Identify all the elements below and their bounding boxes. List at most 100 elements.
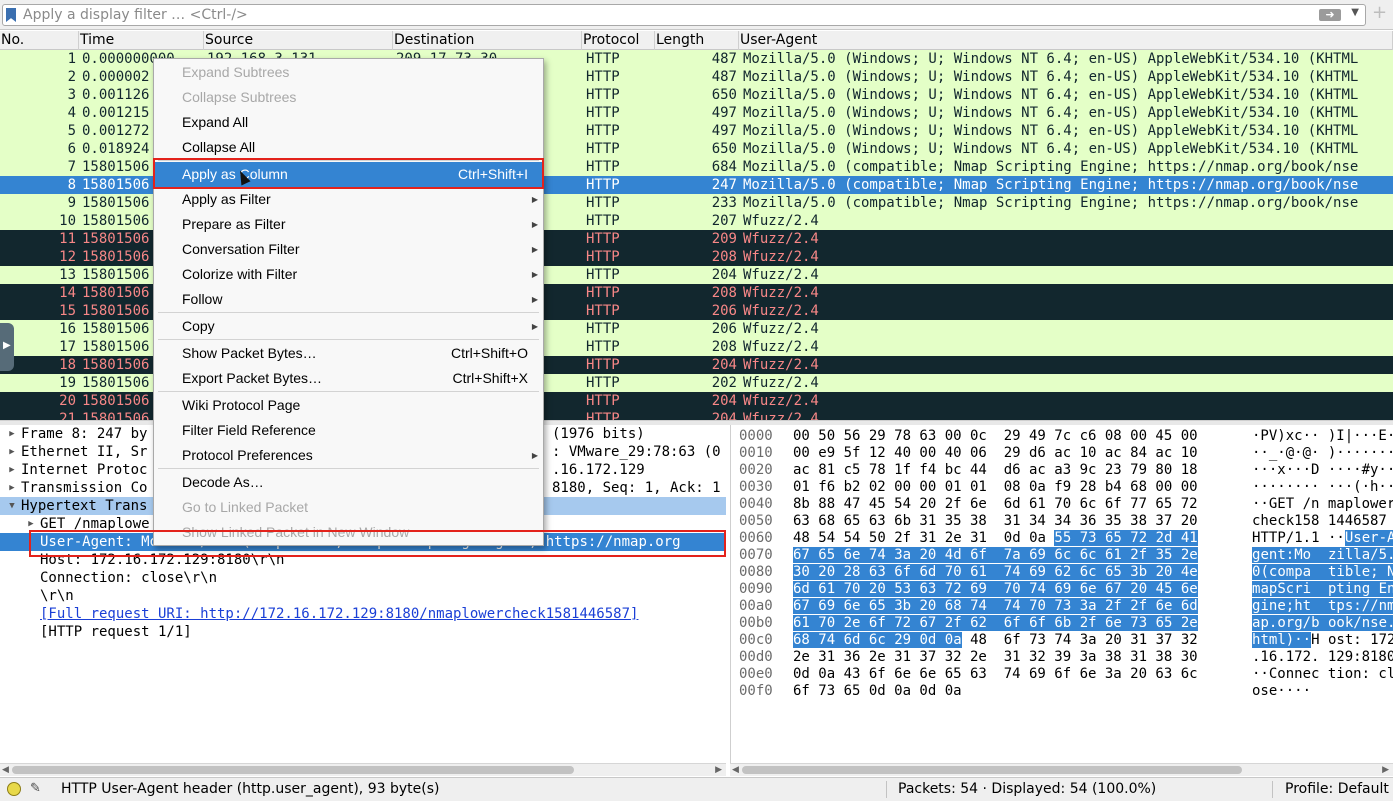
- menu-item-label: Export Packet Bytes…: [182, 370, 323, 386]
- bytes-row[interactable]: 0010 00 e9 5f 12 40 00 40 06 29 d6 ac 10 …: [731, 445, 1393, 462]
- packet-protocol: HTTP: [586, 87, 620, 103]
- bytes-row[interactable]: 0000 00 50 56 29 78 63 00 0c 29 49 7c c6 …: [731, 428, 1393, 445]
- bytes-row[interactable]: 0030 01 f6 b2 02 00 00 01 01 08 0a f9 28 …: [731, 479, 1393, 496]
- details-tree-text: Hypertext Trans: [21, 498, 148, 514]
- packet-length: 208: [711, 339, 737, 355]
- bytes-row[interactable]: 00f0 6f 73 65 0d 0a 0d 0a ose····: [731, 683, 1393, 700]
- packet-user-agent: Wfuzz/2.4: [743, 393, 819, 409]
- sidebar-expand-handle[interactable]: ▶: [0, 323, 14, 371]
- packet-protocol: HTTP: [586, 105, 620, 121]
- status-profile[interactable]: Profile: Default: [1285, 781, 1389, 797]
- menu-item-show-packet-bytes[interactable]: Show Packet Bytes… Ctrl+Shift+O: [155, 341, 542, 366]
- column-header-no[interactable]: No.: [0, 31, 79, 50]
- capture-comment-icon[interactable]: ✎: [30, 781, 44, 796]
- column-header-length[interactable]: Length: [655, 31, 739, 50]
- menu-item-label: Collapse Subtrees: [182, 89, 297, 105]
- packet-length: 204: [711, 411, 737, 420]
- bytes-row[interactable]: 00b0 61 70 2e 6f 72 67 2f 62 6f 6f 6b 2f …: [731, 615, 1393, 632]
- menu-item-expand-all[interactable]: Expand All: [155, 110, 542, 135]
- menu-item-colorize-with-filter[interactable]: Colorize with Filter ▶: [155, 262, 542, 287]
- bytes-row[interactable]: 0090 6d 61 70 20 53 63 72 69 70 74 69 6e …: [731, 581, 1393, 598]
- packet-list-header: No. Time Source Destination Protocol Length Us…: [0, 31, 1393, 50]
- bytes-row[interactable]: 0060 48 54 54 50 2f 31 2e 31 0d 0a 55 73 …: [731, 530, 1393, 547]
- tree-collapsed-icon[interactable]: ▶: [6, 443, 18, 461]
- menu-item-prepare-as-filter[interactable]: Prepare as Filter ▶: [155, 212, 542, 237]
- packet-length: 204: [711, 357, 737, 373]
- bytes-hex: 61 70 2e 6f 72 67 2f 62 6f 6f 6b 2f 6e 7…: [793, 615, 1198, 631]
- packet-length: 207: [711, 213, 737, 229]
- details-tree-row[interactable]: [HTTP request 1/1]: [0, 623, 726, 641]
- menu-item-export-packet-bytes[interactable]: Export Packet Bytes… Ctrl+Shift+X: [155, 366, 542, 391]
- column-header-protocol[interactable]: Protocol: [582, 31, 655, 50]
- details-tree-text: [Full request URI: http://172.16.172.129…: [40, 606, 639, 622]
- packet-number: 6: [67, 141, 76, 157]
- packet-length: 650: [711, 141, 737, 157]
- bytes-horizontal-scrollbar[interactable]: ◀ ▶: [730, 763, 1393, 776]
- packet-user-agent: Mozilla/5.0 (Windows; U; Windows NT 6.4;…: [743, 51, 1359, 67]
- submenu-arrow-icon: ▶: [531, 220, 538, 229]
- display-filter-input[interactable]: Apply a display filter … <Ctrl-/> ➜ ▼: [2, 4, 1366, 26]
- bytes-row[interactable]: 0050 63 68 65 63 6b 31 35 38 31 34 34 36 …: [731, 513, 1393, 530]
- packet-protocol: HTTP: [586, 69, 620, 85]
- submenu-arrow-icon: ▶: [531, 451, 538, 460]
- menu-item-filter-field-reference[interactable]: Filter Field Reference: [155, 418, 542, 443]
- bytes-row[interactable]: 0070 67 65 6e 74 3a 20 4d 6f 7a 69 6c 6c …: [731, 547, 1393, 564]
- packet-user-agent: Wfuzz/2.4: [743, 285, 819, 301]
- tree-collapsed-icon[interactable]: ▶: [6, 425, 18, 443]
- packet-protocol: HTTP: [586, 411, 620, 420]
- menu-item-wiki-protocol-page[interactable]: Wiki Protocol Page: [155, 393, 542, 418]
- menu-separator: [158, 339, 539, 340]
- packet-length: 247: [711, 177, 737, 193]
- submenu-arrow-icon: ▶: [531, 295, 538, 304]
- bookmark-icon[interactable]: [6, 8, 16, 22]
- packet-protocol: HTTP: [586, 375, 620, 391]
- add-filter-button-icon[interactable]: +: [1372, 2, 1387, 24]
- packet-protocol: HTTP: [586, 285, 620, 301]
- tree-expanded-icon[interactable]: ▼: [6, 497, 18, 515]
- bytes-row[interactable]: 0040 8b 88 47 45 54 20 2f 6e 6d 61 70 6c …: [731, 496, 1393, 513]
- menu-item-follow[interactable]: Follow ▶: [155, 287, 542, 312]
- bytes-row[interactable]: 00d0 2e 31 36 2e 31 37 32 2e 31 32 39 3a …: [731, 649, 1393, 666]
- filter-history-dropdown-icon[interactable]: ▼: [1351, 7, 1359, 18]
- menu-item-label: Expand All: [182, 114, 249, 130]
- column-header-source[interactable]: Source: [204, 31, 393, 50]
- bytes-row[interactable]: 00a0 67 69 6e 65 3b 20 68 74 74 70 73 3a …: [731, 598, 1393, 615]
- details-tree-row[interactable]: \r\n: [0, 587, 726, 605]
- bytes-row[interactable]: 00c0 68 74 6d 6c 29 0d 0a 48 6f 73 74 3a …: [731, 632, 1393, 649]
- packet-bytes-pane[interactable]: 0000 00 50 56 29 78 63 00 0c 29 49 7c c6 …: [730, 425, 1393, 765]
- packet-user-agent: Wfuzz/2.4: [743, 267, 819, 283]
- packet-length: 487: [711, 51, 737, 67]
- menu-item-collapse-all[interactable]: Collapse All: [155, 135, 542, 160]
- apply-filter-arrow-icon[interactable]: ➜: [1319, 9, 1341, 21]
- column-header-ua[interactable]: User-Agent: [739, 31, 1393, 50]
- scroll-left-icon[interactable]: ◀: [732, 764, 739, 777]
- tree-collapsed-icon[interactable]: ▶: [6, 461, 18, 479]
- details-horizontal-scrollbar[interactable]: ◀ ▶: [0, 763, 726, 776]
- bytes-hex: 01 f6 b2 02 00 00 01 01 08 0a f9 28 b4 6…: [793, 479, 1198, 495]
- bytes-row[interactable]: 0020 ac 81 c5 78 1f f4 bc 44 d6 ac a3 9c …: [731, 462, 1393, 479]
- bytes-row[interactable]: 00e0 0d 0a 43 6f 6e 6e 65 63 74 69 6f 6e …: [731, 666, 1393, 683]
- status-separator: [1272, 781, 1273, 798]
- tree-collapsed-icon[interactable]: ▶: [6, 479, 18, 497]
- menu-item-copy[interactable]: Copy ▶: [155, 314, 542, 339]
- details-tree-row[interactable]: Connection: close\r\n: [0, 569, 726, 587]
- bytes-row[interactable]: 0080 30 20 28 63 6f 6d 70 61 74 69 62 6c …: [731, 564, 1393, 581]
- menu-item-decode-as[interactable]: Decode As…: [155, 470, 542, 495]
- menu-item-protocol-preferences[interactable]: Protocol Preferences ▶: [155, 443, 542, 468]
- scrollbar-thumb[interactable]: [742, 766, 1242, 774]
- menu-item-apply-as-filter[interactable]: Apply as Filter ▶: [155, 187, 542, 212]
- scroll-right-icon[interactable]: ▶: [1382, 764, 1389, 777]
- expert-info-led-icon[interactable]: [7, 782, 21, 796]
- packet-user-agent: Wfuzz/2.4: [743, 357, 819, 373]
- details-tree-row[interactable]: [Full request URI: http://172.16.172.129…: [0, 605, 726, 623]
- menu-item-conversation-filter[interactable]: Conversation Filter ▶: [155, 237, 542, 262]
- column-header-time[interactable]: Time: [79, 31, 204, 50]
- scroll-right-icon[interactable]: ▶: [715, 764, 722, 777]
- menu-item-label: Prepare as Filter: [182, 216, 286, 232]
- bytes-offset: 0010: [739, 445, 773, 461]
- scrollbar-thumb[interactable]: [12, 766, 574, 774]
- scroll-left-icon[interactable]: ◀: [2, 764, 9, 777]
- column-header-destination[interactable]: Destination: [393, 31, 582, 50]
- menu-separator: [158, 391, 539, 392]
- packet-protocol: HTTP: [586, 357, 620, 373]
